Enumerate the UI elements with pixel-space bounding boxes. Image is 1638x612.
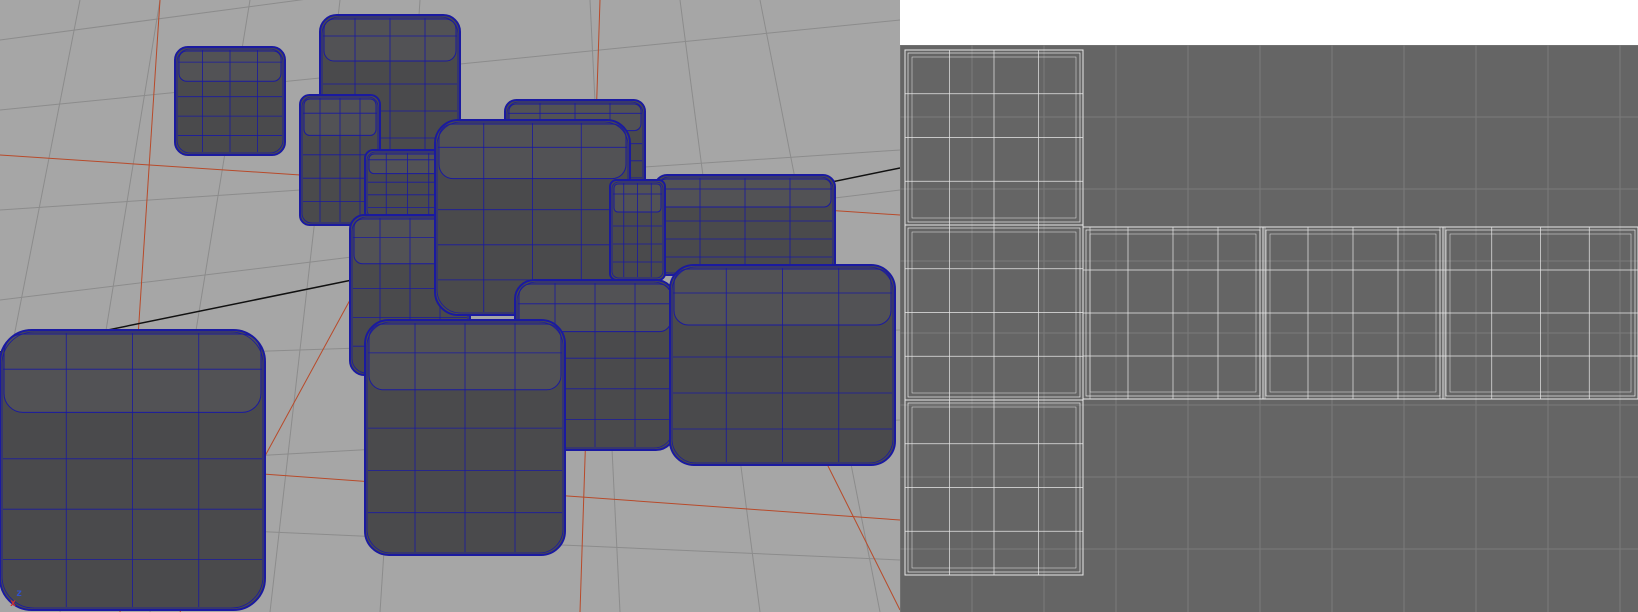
axis-x-label: x — [10, 598, 17, 609]
cube-mesh — [654, 174, 836, 276]
mesh-objects — [0, 14, 896, 611]
uv-shell-strip-1 — [1082, 226, 1264, 400]
uv-shell-strip-2 — [1262, 226, 1444, 400]
cube-mesh — [364, 319, 566, 556]
viewport-canvas[interactable] — [0, 0, 900, 612]
cube-mesh — [0, 329, 266, 611]
uv-shells — [904, 49, 1638, 576]
axis-gizmo-icon: z x — [6, 588, 30, 610]
uv-shell-middle — [904, 224, 1084, 401]
uv-shell-strip-3 — [1442, 226, 1638, 400]
cube-mesh — [609, 179, 666, 281]
cube-mesh — [174, 46, 286, 156]
axis-z-label: z — [16, 588, 23, 599]
uv-canvas[interactable] — [900, 45, 1638, 612]
uv-texture-editor[interactable] — [900, 45, 1638, 612]
cube-mesh — [669, 264, 896, 466]
uv-grid — [900, 45, 1638, 612]
uv-editor-header-blank — [900, 0, 1638, 45]
uv-shell-top — [904, 49, 1084, 226]
perspective-viewport[interactable]: z x — [0, 0, 900, 612]
